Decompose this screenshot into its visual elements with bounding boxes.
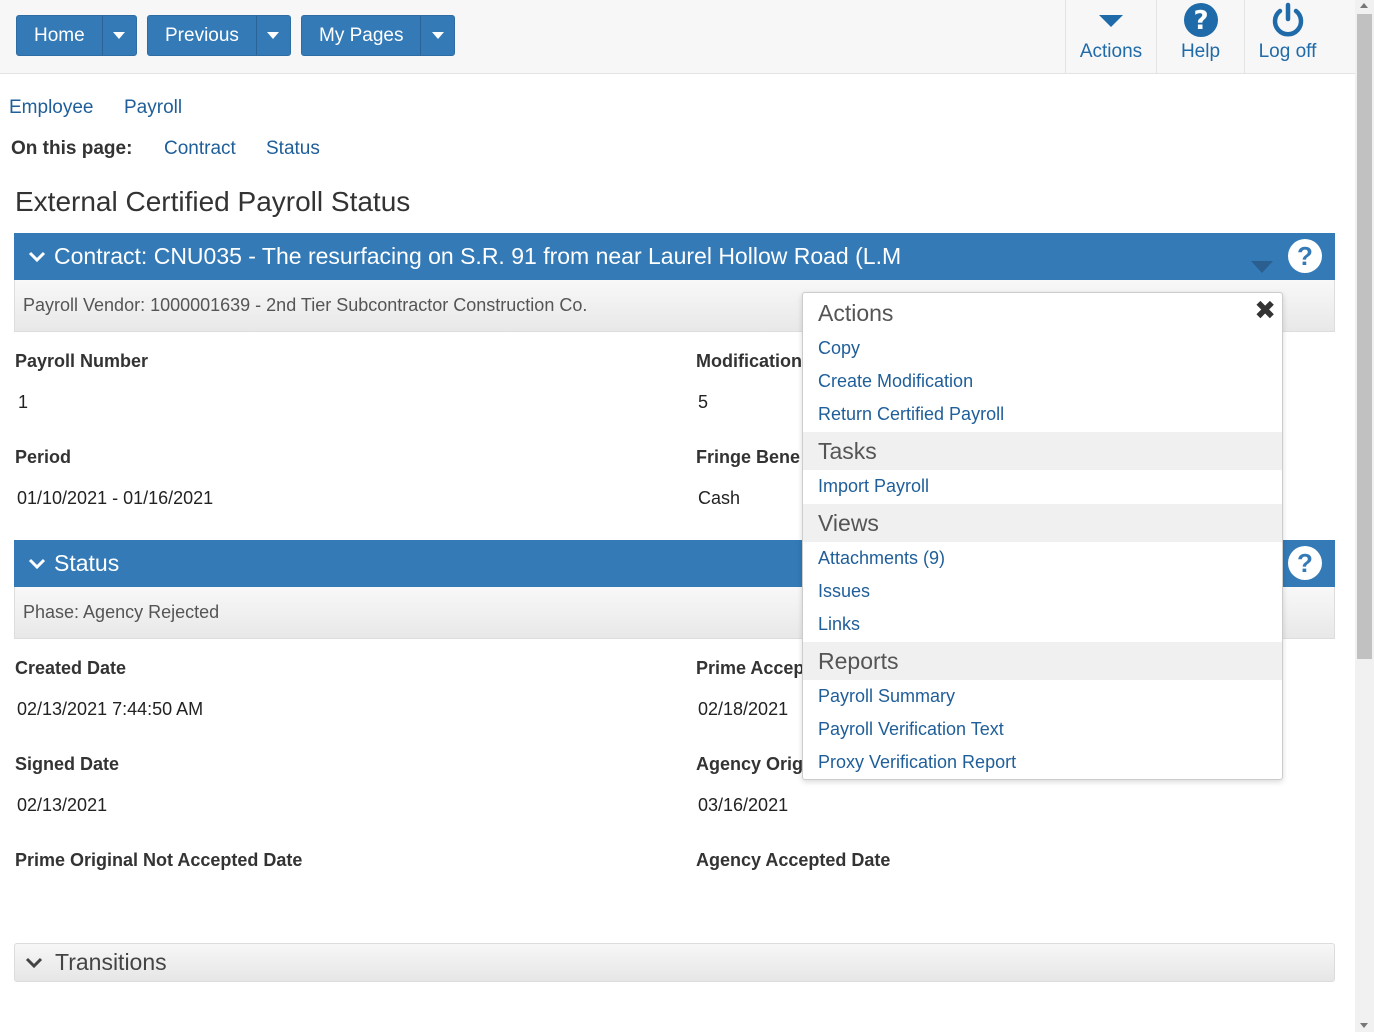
phase-text: Phase: Agency Rejected bbox=[23, 602, 220, 622]
page-title: External Certified Payroll Status bbox=[15, 186, 411, 217]
signed-date-label: Signed Date bbox=[15, 754, 120, 774]
payroll-number-label: Payroll Number bbox=[15, 351, 149, 371]
on-this-page-label: On this page: bbox=[11, 138, 133, 159]
popover-tasks-header-text: Tasks bbox=[818, 437, 877, 464]
popover-views-header: Views bbox=[803, 504, 1282, 542]
menu-item-issues[interactable]: Issues bbox=[818, 581, 870, 602]
modification-value: 5 bbox=[698, 392, 709, 412]
menu-item-import-payroll[interactable]: Import Payroll bbox=[818, 476, 929, 497]
fringe-value: Cash bbox=[698, 488, 741, 508]
breadcrumb-payroll[interactable]: Payroll bbox=[124, 97, 182, 119]
scrollbar-thumb[interactable] bbox=[1357, 14, 1372, 659]
modification-label: Modification bbox=[696, 351, 802, 371]
menu-item-links[interactable]: Links bbox=[818, 614, 860, 635]
chevron-down-icon bbox=[28, 557, 46, 571]
previous-dropdown-toggle[interactable] bbox=[255, 16, 290, 55]
menu-item-copy[interactable]: Copy bbox=[818, 338, 860, 359]
home-button-group: Home bbox=[16, 15, 137, 56]
actions-popover: Actions ✖ Copy Create Modification Retur… bbox=[802, 292, 1283, 780]
contract-panel-header[interactable]: Contract: CNU035 - The resurfacing on S.… bbox=[14, 233, 1335, 280]
fringe-label: Fringe Bene bbox=[696, 447, 801, 467]
prime-not-accepted-label: Prime Original Not Accepted Date bbox=[15, 850, 303, 870]
breadcrumb-employee[interactable]: Employee bbox=[9, 97, 94, 119]
power-icon bbox=[1270, 0, 1306, 40]
popover-tasks-header: Tasks bbox=[803, 432, 1282, 470]
menu-item-payroll-summary[interactable]: Payroll Summary bbox=[818, 686, 955, 707]
scroll-down-icon[interactable] bbox=[1360, 1023, 1368, 1028]
menu-item-attachments[interactable]: Attachments (9) bbox=[818, 548, 945, 569]
my-pages-button-group: My Pages bbox=[301, 15, 456, 56]
payroll-number-value: 1 bbox=[18, 392, 29, 412]
actions-menu-button[interactable]: Actions bbox=[1065, 0, 1156, 73]
popover-reports-header: Reports bbox=[803, 642, 1282, 680]
menu-item-create-modification[interactable]: Create Modification bbox=[818, 371, 973, 392]
vertical-scrollbar[interactable] bbox=[1355, 0, 1374, 1032]
logoff-label: Log off bbox=[1258, 41, 1317, 62]
prime-accepted-value: 02/18/2021 bbox=[698, 699, 789, 719]
help-button[interactable]: ? Help bbox=[1156, 0, 1244, 73]
home-button[interactable]: Home bbox=[17, 16, 102, 55]
created-date-label: Created Date bbox=[15, 658, 127, 678]
jump-link-status[interactable]: Status bbox=[266, 138, 320, 160]
popover-actions-header: Actions bbox=[803, 294, 1282, 332]
scroll-up-icon[interactable] bbox=[1360, 3, 1368, 8]
status-panel-title: Status bbox=[54, 550, 120, 576]
my-pages-button[interactable]: My Pages bbox=[302, 16, 420, 55]
popover-reports-header-text: Reports bbox=[818, 647, 899, 674]
contract-help-icon[interactable]: ? bbox=[1288, 239, 1322, 273]
chevron-down-icon bbox=[25, 956, 43, 970]
payroll-vendor-text: Payroll Vendor: 1000001639 - 2nd Tier Su… bbox=[23, 295, 588, 315]
popover-views-header-text: Views bbox=[818, 509, 879, 536]
popover-actions-header-text: Actions bbox=[818, 299, 894, 326]
menu-item-proxy-verification-report[interactable]: Proxy Verification Report bbox=[818, 752, 1016, 773]
previous-button[interactable]: Previous bbox=[148, 16, 256, 55]
caret-down-icon bbox=[267, 32, 280, 39]
svg-text:?: ? bbox=[1193, 6, 1208, 36]
transitions-title: Transitions bbox=[55, 949, 167, 975]
period-value: 01/10/2021 - 01/16/2021 bbox=[17, 488, 214, 508]
question-circle-icon: ? bbox=[1183, 0, 1219, 40]
top-bar: Home Previous My Pages Actions ? Help Lo… bbox=[0, 0, 1355, 74]
previous-button-group: Previous bbox=[147, 15, 291, 56]
agency-original-value: 03/16/2021 bbox=[698, 795, 789, 815]
status-help-icon[interactable]: ? bbox=[1288, 546, 1322, 580]
signed-date-value: 02/13/2021 bbox=[17, 795, 108, 815]
home-dropdown-toggle[interactable] bbox=[101, 16, 136, 55]
actions-label: Actions bbox=[1079, 41, 1143, 62]
agency-accepted-label: Agency Accepted Date bbox=[696, 850, 891, 870]
close-icon[interactable]: ✖ bbox=[1254, 295, 1276, 326]
contract-panel-title: Contract: CNU035 - The resurfacing on S.… bbox=[54, 243, 902, 269]
menu-item-return-certified-payroll[interactable]: Return Certified Payroll bbox=[818, 404, 1004, 425]
agency-original-label: Agency Orig bbox=[696, 754, 804, 774]
chevron-down-icon bbox=[28, 250, 46, 264]
panel-menu-caret-icon[interactable] bbox=[1251, 252, 1273, 279]
prime-accepted-label: Prime Accep bbox=[696, 658, 805, 678]
my-pages-dropdown-toggle[interactable] bbox=[420, 16, 454, 55]
transitions-panel-header[interactable]: Transitions bbox=[14, 943, 1335, 982]
jump-link-contract[interactable]: Contract bbox=[164, 138, 236, 160]
caret-down-icon bbox=[431, 32, 444, 39]
created-date-value: 02/13/2021 7:44:50 AM bbox=[17, 699, 204, 719]
period-label: Period bbox=[15, 447, 72, 467]
caret-down-icon bbox=[1099, 0, 1123, 40]
logoff-button[interactable]: Log off bbox=[1244, 0, 1330, 73]
help-label: Help bbox=[1180, 41, 1221, 62]
menu-item-payroll-verification-text[interactable]: Payroll Verification Text bbox=[818, 719, 1004, 740]
caret-down-icon bbox=[113, 32, 126, 39]
